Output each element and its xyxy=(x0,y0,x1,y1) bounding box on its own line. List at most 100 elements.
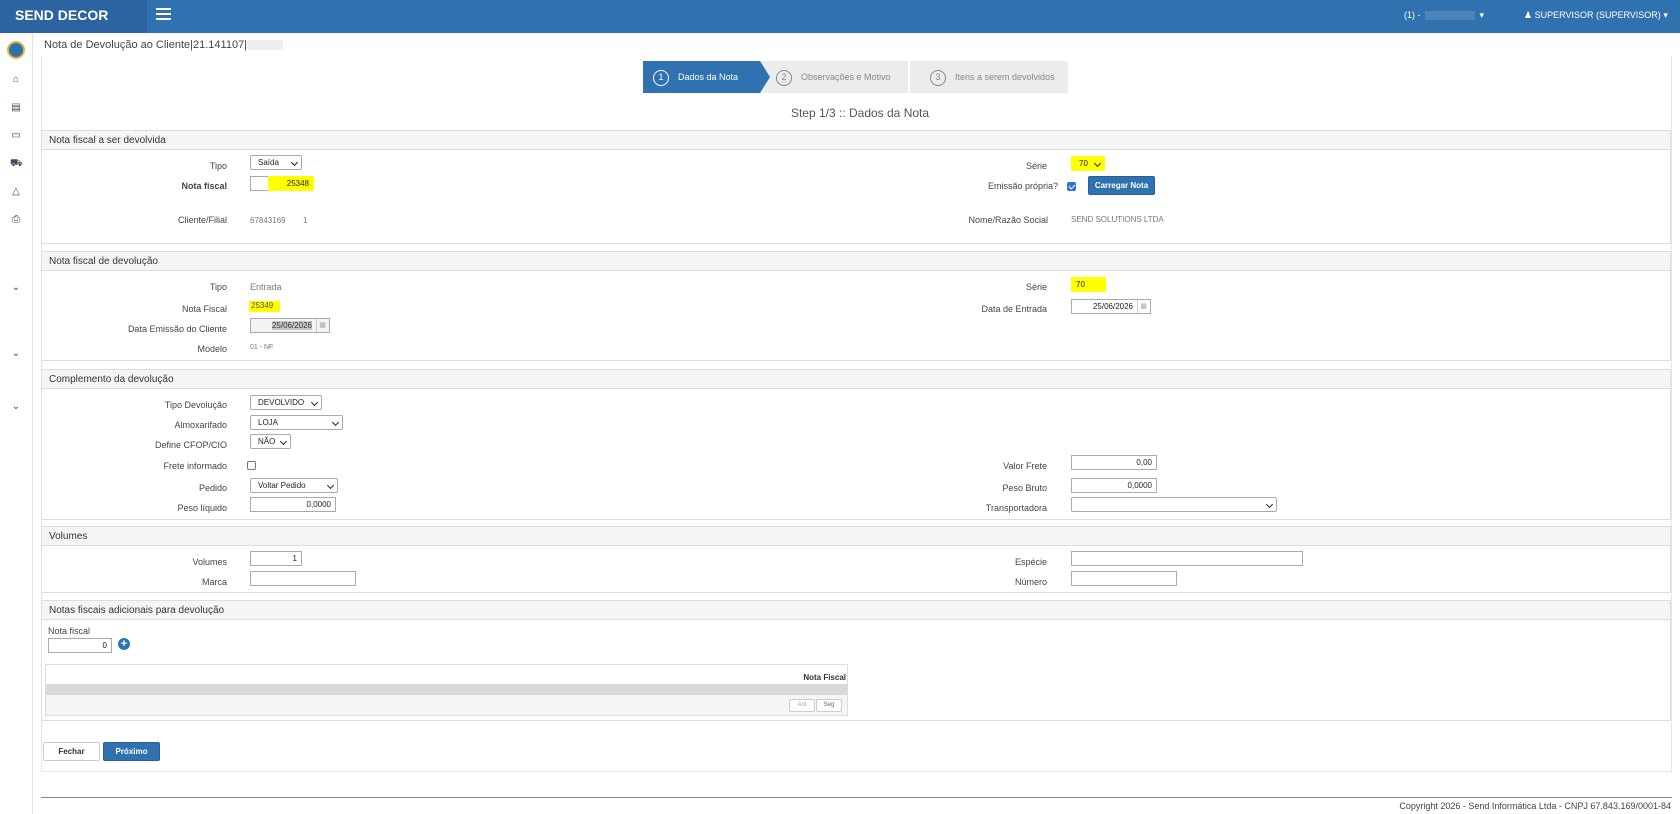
add-nota-icon[interactable]: + xyxy=(118,638,130,650)
valor-frete-input[interactable]: 0,00 xyxy=(1071,455,1157,470)
volumes-input[interactable]: 1 xyxy=(250,551,302,566)
step-number: 2 xyxy=(776,69,792,86)
panel-header: Nota fiscal a ser devolvida xyxy=(42,131,1670,150)
notas-grid: Nota Fiscal Ant Seg xyxy=(45,664,848,716)
chevron-down-icon: ▾ xyxy=(1479,10,1485,20)
chevron-down-icon[interactable]: ⌄ xyxy=(10,401,22,412)
tipo-label: Tipo xyxy=(209,161,227,171)
print-icon[interactable]: ⎙ xyxy=(10,214,22,225)
pedido-select[interactable]: Voltar Pedido xyxy=(250,478,338,493)
brand-logo[interactable]: SEND DECOR xyxy=(0,0,147,33)
serie-value: 70 xyxy=(1071,277,1106,292)
panel-header: Complemento da devolução xyxy=(42,370,1670,389)
panel-nf-devolucao: Nota fiscal de devolução xyxy=(41,251,1671,361)
proximo-button[interactable]: Próximo xyxy=(103,742,160,761)
step-number: 3 xyxy=(930,69,946,86)
nota-fiscal-label: Nota fiscal xyxy=(181,181,227,191)
especie-label: Espécie xyxy=(1014,557,1047,567)
tipo-select[interactable]: Saída xyxy=(250,155,302,170)
step-observacoes[interactable]: 2 Observações e Motivo xyxy=(760,61,908,93)
chevron-down-icon: ▾ xyxy=(1663,10,1668,20)
step-itens[interactable]: 3 Itens a serem devolvidos xyxy=(908,61,1068,93)
nota-adicional-input[interactable]: 0 xyxy=(48,638,112,653)
step-title: Step 1/3 :: Dados da Nota xyxy=(790,106,930,120)
grid-pager xyxy=(46,695,847,715)
step-label: Observações e Motivo xyxy=(801,72,891,82)
cliente-value: 67843169 xyxy=(250,216,286,225)
user-name: SUPERVISOR (SUPERVISOR) xyxy=(1534,10,1661,20)
almoxarifado-select[interactable]: LOJA xyxy=(250,415,343,430)
step-arrow xyxy=(760,61,770,93)
marca-label: Marca xyxy=(201,577,227,587)
next-page-button[interactable]: Seg xyxy=(816,699,842,712)
transportadora-select[interactable] xyxy=(1071,497,1277,512)
data-emissao-value: 25/06/2026 xyxy=(271,321,312,330)
user-icon: ♟ xyxy=(1524,10,1533,20)
cliente-filial-label: Cliente/Filial xyxy=(177,215,227,225)
panel-header: Volumes xyxy=(42,527,1670,546)
serie-label: Série xyxy=(1025,282,1047,292)
data-entrada-label: Data de Entrada xyxy=(981,304,1047,314)
step-label: Itens a serem devolvidos xyxy=(955,72,1055,82)
tipo-devolucao-label: Tipo Devolução xyxy=(164,400,227,410)
volumes-label: Volumes xyxy=(192,557,227,567)
modelo-label: Modelo xyxy=(197,344,227,354)
nome-razao-value: SEND SOLUTIONS LTDA xyxy=(1071,215,1164,224)
data-emissao-label: Data Emissão do Cliente xyxy=(127,324,227,334)
page-title: Nota de Devolução ao Cliente|21.141107| xyxy=(44,39,284,51)
company-selector[interactable]: (1) - ▾ xyxy=(1404,10,1484,21)
home-icon[interactable]: ⌂ xyxy=(10,74,22,85)
calendar-icon[interactable]: ▦ xyxy=(1137,300,1149,313)
emissao-propria-label: Emissão própria? xyxy=(987,181,1058,191)
road-icon[interactable]: △ xyxy=(10,186,22,197)
chevron-down-icon[interactable]: ⌄ xyxy=(10,282,22,293)
numero-label: Número xyxy=(1014,577,1047,587)
emissao-propria-checkbox[interactable] xyxy=(1067,182,1076,191)
define-cfop-select[interactable]: NÃO xyxy=(250,434,291,449)
filial-value: 1 xyxy=(303,216,308,225)
modelo-value: 01 - NF xyxy=(250,344,274,351)
especie-input[interactable] xyxy=(1071,551,1303,566)
chevron-down-icon[interactable]: ⌄ xyxy=(10,348,22,359)
fechar-button[interactable]: Fechar xyxy=(43,742,100,761)
serie-select[interactable]: 70 xyxy=(1071,156,1105,171)
peso-liquido-label: Peso líquido xyxy=(177,503,227,513)
user-menu[interactable]: ♟ SUPERVISOR (SUPERVISOR) ▾ xyxy=(1524,10,1668,21)
menu-toggle-icon[interactable] xyxy=(156,8,171,22)
step-dados-nota[interactable]: 1 Dados da Nota xyxy=(643,61,770,93)
marca-input[interactable] xyxy=(250,571,356,586)
sidebar: ⌂ ▤ ▭ ⛟ △ ⎙ ⌄ ⌄ ⌄ xyxy=(0,33,33,814)
tipo-label: Tipo xyxy=(209,282,227,292)
valor-frete-label: Valor Frete xyxy=(1003,461,1047,471)
nota-fiscal-prefix[interactable] xyxy=(250,176,269,191)
carregar-nota-button[interactable]: Carregar Nota xyxy=(1088,176,1155,195)
define-cfop-label: Define CFOP/CIO xyxy=(154,440,227,450)
peso-bruto-label: Peso Bruto xyxy=(1002,483,1047,493)
grid-column-header: Nota Fiscal xyxy=(803,673,846,682)
numero-input[interactable] xyxy=(1071,571,1177,586)
peso-liquido-input[interactable]: 0,0000 xyxy=(250,497,336,512)
card-icon[interactable]: ▭ xyxy=(10,130,22,141)
app-logo-icon[interactable] xyxy=(7,41,25,59)
panel-header: Nota fiscal de devolução xyxy=(42,252,1670,271)
tipo-devolucao-select[interactable]: DEVOLVIDO xyxy=(250,395,322,410)
company-selector-value xyxy=(1425,11,1476,21)
copyright-text: Copyright 2026 - Send Informática Ltda -… xyxy=(1399,801,1671,811)
tipo-value: Entrada xyxy=(250,282,282,292)
company-selector-label: (1) - xyxy=(1404,10,1421,20)
grid-empty-row xyxy=(46,684,847,695)
step-number: 1 xyxy=(653,69,669,86)
prev-page-button[interactable]: Ant xyxy=(789,699,815,712)
almoxarifado-label: Almoxarifado xyxy=(174,420,227,430)
truck-icon[interactable]: ⛟ xyxy=(10,158,23,169)
peso-bruto-input[interactable]: 0,0000 xyxy=(1071,478,1157,493)
calendar-icon[interactable]: ▦ xyxy=(316,319,328,332)
pedido-label: Pedido xyxy=(198,483,227,493)
panel-header: Notas fiscais adicionais para devolução xyxy=(42,601,1670,620)
page-title-redacted xyxy=(247,40,284,51)
top-navbar: SEND DECOR (1) - ▾ ♟ SUPERVISOR (SUPERVI… xyxy=(0,0,1680,33)
nome-razao-label: Nome/Razão Social xyxy=(968,215,1048,225)
frete-informado-checkbox[interactable] xyxy=(247,461,256,470)
nota-fiscal-label: Nota Fiscal xyxy=(181,304,227,314)
nota-fiscal-input[interactable]: 25348 xyxy=(268,176,314,191)
